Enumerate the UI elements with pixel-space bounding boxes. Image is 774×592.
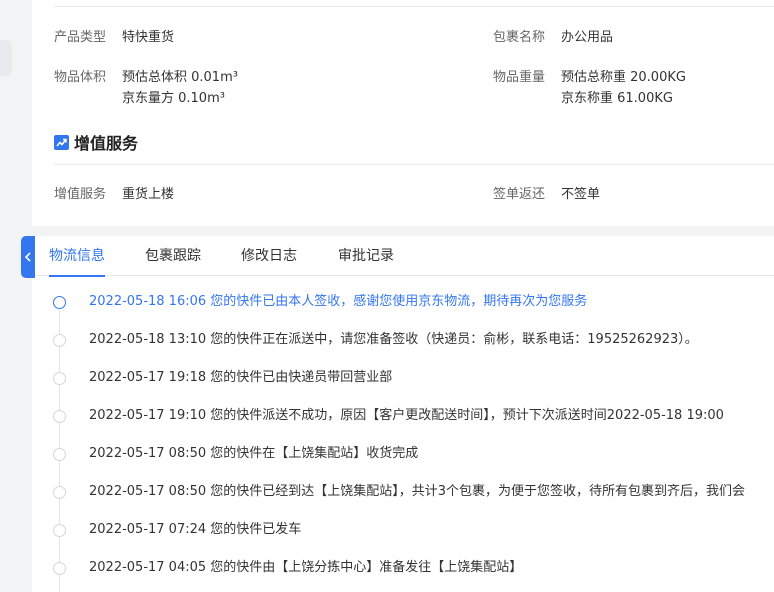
estimated-volume: 预估总体积 0.01m³ bbox=[122, 70, 238, 85]
timeline-dot-icon bbox=[53, 296, 66, 309]
trend-chart-icon bbox=[54, 134, 69, 150]
chevron-left-icon bbox=[24, 252, 31, 262]
timeline-item: 2022-05-17 07:24 您的快件已发车 bbox=[32, 520, 774, 540]
weight-label: 物品重量 bbox=[493, 70, 546, 85]
sign-return-label: 签单返还 bbox=[493, 187, 546, 202]
collapse-sidebar-button[interactable] bbox=[21, 236, 35, 278]
jd-weight: 京东称重 61.00KG bbox=[561, 91, 673, 106]
volume-field: 物品体积 预估总体积 0.01m³ 京东量方 0.10m³ bbox=[54, 67, 238, 109]
tab-modification-log[interactable]: 修改日志 bbox=[241, 236, 297, 276]
product-type-field: 产品类型 特快重货 bbox=[54, 27, 174, 48]
tab-package-tracking[interactable]: 包裹跟踪 bbox=[145, 236, 201, 276]
service-field: 增值服务 重货上楼 bbox=[54, 184, 174, 205]
tab-logistics-info[interactable]: 物流信息 bbox=[49, 236, 105, 277]
timeline-text: 2022-05-17 08:50 您的快件在【上饶集配站】收货完成 bbox=[89, 446, 419, 461]
value-added-title-text: 增值服务 bbox=[74, 134, 139, 153]
timeline-item: 2022-05-18 16:06 您的快件已由本人签收，感谢您使用京东物流，期待… bbox=[32, 292, 774, 312]
timeline-item: 2022-05-17 08:50 您的快件在【上饶集配站】收货完成 bbox=[32, 444, 774, 464]
tab-approval-records[interactable]: 审批记录 bbox=[338, 236, 394, 276]
timeline-text: 2022-05-18 13:10 您的快件正在派送中，请您准备签收（快递员：俞彬… bbox=[89, 332, 698, 347]
product-type-value: 特快重货 bbox=[122, 30, 175, 45]
timeline-dot-icon bbox=[53, 372, 66, 385]
timeline-text: 2022-05-17 04:05 您的快件由【上饶分拣中心】准备发往【上饶集配站… bbox=[89, 560, 523, 575]
service-label: 增值服务 bbox=[54, 187, 107, 202]
jd-volume: 京东量方 0.10m³ bbox=[122, 91, 225, 106]
timeline-item: 2022-05-17 08:50 您的快件已经到达【上饶集配站】，共计3个包裹，… bbox=[32, 482, 774, 502]
divider bbox=[54, 164, 774, 165]
timeline-dot-icon bbox=[53, 524, 66, 537]
timeline-dot-icon bbox=[53, 410, 66, 423]
volume-label: 物品体积 bbox=[54, 70, 107, 85]
weight-field: 物品重量 预估总称重 20.00KG 京东称重 61.00KG bbox=[493, 67, 686, 109]
side-panel-edge bbox=[0, 40, 12, 76]
divider bbox=[54, 6, 774, 7]
timeline-text: 2022-05-17 19:10 您的快件派送不成功，原因【客户更改配送时间】，… bbox=[89, 408, 724, 423]
timeline-text: 2022-05-18 16:06 您的快件已由本人签收，感谢您使用京东物流，期待… bbox=[89, 294, 588, 309]
product-type-label: 产品类型 bbox=[54, 30, 107, 45]
sign-return-field: 签单返还 不签单 bbox=[493, 184, 600, 205]
timeline-item: 2022-05-18 13:10 您的快件正在派送中，请您准备签收（快递员：俞彬… bbox=[32, 330, 774, 350]
timeline-dot-icon bbox=[53, 486, 66, 499]
package-name-value: 办公用品 bbox=[561, 30, 614, 45]
timeline-text: 2022-05-17 19:18 您的快件已由快递员带回营业部 bbox=[89, 370, 393, 385]
package-name-field: 包裹名称 办公用品 bbox=[493, 27, 613, 48]
timeline-dot-icon bbox=[53, 448, 66, 461]
timeline-item: 2022-05-17 19:10 您的快件派送不成功，原因【客户更改配送时间】，… bbox=[32, 406, 774, 426]
value-added-title: 增值服务 bbox=[54, 130, 138, 154]
timeline-item: 2022-05-17 04:05 您的快件由【上饶分拣中心】准备发往【上饶集配站… bbox=[32, 558, 774, 578]
timeline-dot-icon bbox=[53, 562, 66, 575]
package-name-label: 包裹名称 bbox=[493, 30, 546, 45]
order-details-card: 产品类型 特快重货 包裹名称 办公用品 物品体积 预估总体积 0.01m³ 京东… bbox=[32, 0, 774, 226]
timeline-dot-icon bbox=[53, 334, 66, 347]
timeline-text: 2022-05-17 07:24 您的快件已发车 bbox=[89, 522, 302, 537]
sign-return-value: 不签单 bbox=[561, 187, 601, 202]
tab-bar: 物流信息 包裹跟踪 修改日志 审批记录 bbox=[32, 236, 774, 277]
timeline-text: 2022-05-17 08:50 您的快件已经到达【上饶集配站】，共计3个包裹，… bbox=[89, 484, 746, 499]
timeline-item: 2022-05-17 19:18 您的快件已由快递员带回营业部 bbox=[32, 368, 774, 388]
estimated-weight: 预估总称重 20.00KG bbox=[561, 70, 686, 85]
service-value: 重货上楼 bbox=[122, 187, 175, 202]
logistics-card: 物流信息 包裹跟踪 修改日志 审批记录 2022-05-18 16:06 您的快… bbox=[32, 236, 774, 592]
